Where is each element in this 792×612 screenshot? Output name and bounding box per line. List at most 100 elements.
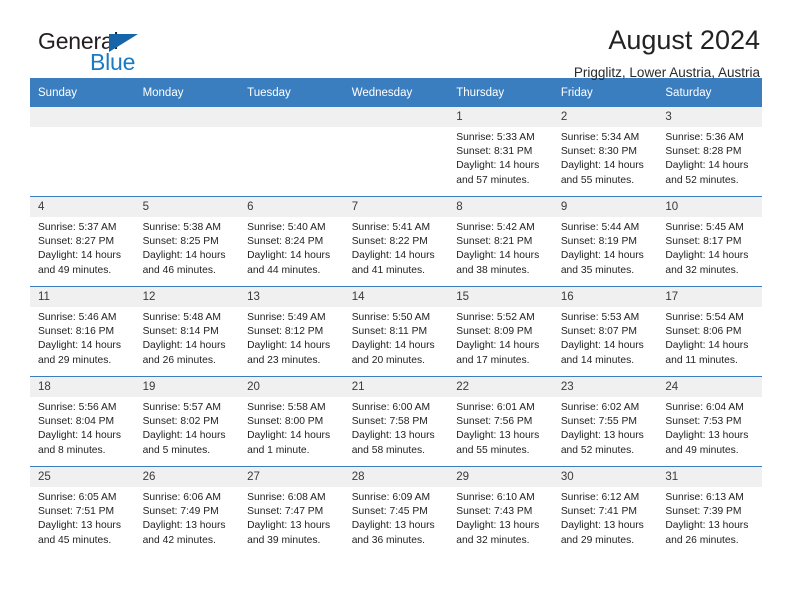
day-number: 25 [30,467,135,487]
daylight-text: Daylight: 14 hours and 14 minutes. [560,340,644,366]
calendar-week-row: 25 Sunrise: 6:05 AM Sunset: 7:51 PM Dayligh… [30,466,762,556]
calendar-day-cell[interactable]: 21 Sunrise: 6:00 AM Sunset: 7:58 PM Dayligh… [343,376,449,467]
day-sun-info: Sunrise: 5:53 AM Sunset: 8:07 PM Daylight:… [553,307,658,368]
day-sun-info: Sunrise: 6:06 AM Sunset: 7:49 PM Daylight:… [135,487,240,548]
daylight-text: Daylight: 14 hours and 8 minutes. [38,430,121,456]
day-sun-info: Sunrise: 5:36 AM Sunset: 8:28 PM Daylight:… [657,127,762,188]
day-sun-info: Sunrise: 6:10 AM Sunset: 7:43 PM Daylight:… [448,487,553,548]
calendar-body: 1 Sunrise: 5:33 AM Sunset: 8:31 PM Daylight… [30,107,762,556]
calendar-day-cell[interactable]: 29 Sunrise: 6:10 AM Sunset: 7:43 PM Dayligh… [448,466,553,556]
sunrise-text: Sunrise: 6:02 AM [560,402,640,413]
calendar-day-cell[interactable]: 5 Sunrise: 5:38 AM Sunset: 8:25 PM Daylight… [134,196,240,287]
calendar-day-cell[interactable]: 17 Sunrise: 5:54 AM Sunset: 8:06 PM Dayligh… [657,286,762,377]
calendar-day-cell[interactable]: 24 Sunrise: 6:04 AM Sunset: 7:53 PM Dayligh… [657,376,762,467]
day-number: 20 [239,377,344,397]
calendar-day-cell[interactable]: 4 Sunrise: 5:37 AM Sunset: 8:27 PM Daylight… [30,196,135,287]
sunrise-text: Sunrise: 6:13 AM [665,492,744,503]
calendar-day-cell[interactable]: 9 Sunrise: 5:44 AM Sunset: 8:19 PM Daylight… [552,196,658,287]
day-number: 4 [30,197,135,217]
calendar-day-cell[interactable]: 23 Sunrise: 6:02 AM Sunset: 7:55 PM Dayligh… [552,376,658,467]
daylight-text: Daylight: 13 hours and 32 minutes. [456,520,540,546]
day-number: 26 [134,467,240,487]
day-sun-info: Sunrise: 6:02 AM Sunset: 7:55 PM Daylight:… [553,397,658,458]
calendar-day-cell[interactable]: 8 Sunrise: 5:42 AM Sunset: 8:21 PM Daylight… [448,196,553,287]
day-number: 24 [657,377,762,397]
daylight-text: Daylight: 13 hours and 55 minutes. [456,430,540,456]
sunrise-text: Sunrise: 6:05 AM [38,492,117,503]
calendar-week-row: 1 Sunrise: 5:33 AM Sunset: 8:31 PM Daylight… [30,107,762,197]
calendar-day-cell[interactable]: 18 Sunrise: 5:56 AM Sunset: 8:04 PM Dayligh… [30,376,135,467]
calendar-day-cell[interactable]: 19 Sunrise: 5:57 AM Sunset: 8:02 PM Dayligh… [134,376,240,467]
calendar-day-cell[interactable]: 10 Sunrise: 5:45 AM Sunset: 8:17 PM Dayligh… [657,196,762,287]
day-number: 12 [134,287,240,307]
daylight-text: Daylight: 14 hours and 32 minutes. [665,250,749,276]
daylight-text: Daylight: 14 hours and 20 minutes. [351,340,435,366]
day-sun-info: Sunrise: 6:08 AM Sunset: 7:47 PM Daylight:… [239,487,344,548]
sunset-text: Sunset: 8:30 PM [560,146,637,158]
daylight-text: Daylight: 13 hours and 29 minutes. [560,520,644,546]
day-sun-info: Sunrise: 5:38 AM Sunset: 8:25 PM Daylight:… [135,217,240,278]
sunset-text: Sunset: 8:00 PM [247,416,324,428]
calendar-day-cell[interactable]: 3 Sunrise: 5:36 AM Sunset: 8:28 PM Daylight… [657,107,762,197]
calendar-day-cell[interactable]: 13 Sunrise: 5:49 AM Sunset: 8:12 PM Dayligh… [239,286,344,377]
calendar-day-cell[interactable]: 22 Sunrise: 6:01 AM Sunset: 7:56 PM Dayligh… [448,376,553,467]
calendar-cell-empty [343,107,449,197]
sunrise-text: Sunrise: 5:49 AM [247,312,326,323]
sunrise-text: Sunrise: 6:10 AM [456,492,535,503]
calendar-day-cell[interactable]: 11 Sunrise: 5:46 AM Sunset: 8:16 PM Dayligh… [30,286,135,377]
day-sun-info: Sunrise: 5:40 AM Sunset: 8:24 PM Daylight:… [239,217,344,278]
sunrise-text: Sunrise: 5:42 AM [456,222,535,233]
calendar-day-cell[interactable]: 31 Sunrise: 6:13 AM Sunset: 7:39 PM Dayligh… [657,466,762,556]
daylight-text: Daylight: 14 hours and 35 minutes. [560,250,644,276]
sunset-text: Sunset: 8:27 PM [38,236,115,248]
calendar-day-cell[interactable]: 28 Sunrise: 6:09 AM Sunset: 7:45 PM Dayligh… [343,466,449,556]
day-sun-info: Sunrise: 5:45 AM Sunset: 8:17 PM Daylight:… [657,217,762,278]
calendar-day-cell[interactable]: 7 Sunrise: 5:41 AM Sunset: 8:22 PM Daylight… [343,196,449,287]
day-sun-info: Sunrise: 6:13 AM Sunset: 7:39 PM Daylight:… [657,487,762,548]
title-block: August 2024 Prigglitz, Lower Austria, Au… [574,25,762,79]
calendar-day-cell[interactable]: 30 Sunrise: 6:12 AM Sunset: 7:41 PM Dayligh… [552,466,658,556]
day-sun-info: Sunrise: 5:42 AM Sunset: 8:21 PM Daylight:… [448,217,553,278]
sunrise-text: Sunrise: 6:08 AM [247,492,326,503]
day-number: 16 [552,287,658,307]
sunrise-text: Sunrise: 5:34 AM [560,132,640,143]
day-sun-info: Sunrise: 6:04 AM Sunset: 7:53 PM Daylight:… [657,397,762,458]
calendar-day-cell[interactable]: 6 Sunrise: 5:40 AM Sunset: 8:24 PM Daylight… [239,196,344,287]
sunrise-text: Sunrise: 6:04 AM [665,402,744,413]
daylight-text: Daylight: 13 hours and 26 minutes. [665,520,749,546]
sunset-text: Sunset: 8:28 PM [665,146,742,158]
sunrise-text: Sunrise: 6:09 AM [351,492,431,503]
calendar-day-cell[interactable]: 14 Sunrise: 5:50 AM Sunset: 8:11 PM Dayligh… [343,286,449,377]
day-number: 7 [343,197,449,217]
day-number: 6 [239,197,344,217]
day-number: 5 [134,197,240,217]
sunset-text: Sunset: 7:43 PM [456,506,533,518]
day-sun-info: Sunrise: 6:12 AM Sunset: 7:41 PM Daylight:… [553,487,658,548]
weekday-header-monday: Monday [134,78,240,107]
calendar-day-cell[interactable]: 2 Sunrise: 5:34 AM Sunset: 8:30 PM Daylight… [552,107,658,197]
sunrise-text: Sunrise: 5:58 AM [247,402,326,413]
daylight-text: Daylight: 14 hours and 44 minutes. [247,250,331,276]
calendar-day-cell[interactable]: 1 Sunrise: 5:33 AM Sunset: 8:31 PM Daylight… [448,107,553,197]
page-title: August 2024 [608,25,760,55]
day-number: 13 [239,287,344,307]
general-blue-logo[interactable]: General Blue [30,26,160,78]
calendar-day-cell[interactable]: 15 Sunrise: 5:52 AM Sunset: 8:09 PM Dayligh… [448,286,553,377]
day-number [343,107,449,127]
calendar-day-cell[interactable]: 20 Sunrise: 5:58 AM Sunset: 8:00 PM Dayligh… [239,376,344,467]
calendar-day-cell[interactable]: 12 Sunrise: 5:48 AM Sunset: 8:14 PM Dayligh… [134,286,240,377]
sunset-text: Sunset: 7:58 PM [351,416,428,428]
day-number: 8 [448,197,553,217]
sunrise-text: Sunrise: 5:56 AM [38,402,117,413]
daylight-text: Daylight: 14 hours and 38 minutes. [456,250,540,276]
weekday-header-friday: Friday [552,78,658,107]
day-number [30,107,135,127]
calendar-day-cell[interactable]: 26 Sunrise: 6:06 AM Sunset: 7:49 PM Dayligh… [134,466,240,556]
sunrise-text: Sunrise: 5:41 AM [351,222,431,233]
calendar-day-cell[interactable]: 16 Sunrise: 5:53 AM Sunset: 8:07 PM Dayligh… [552,286,658,377]
sunset-text: Sunset: 8:11 PM [351,326,428,338]
calendar-day-cell[interactable]: 25 Sunrise: 6:05 AM Sunset: 7:51 PM Dayligh… [30,466,135,556]
day-sun-info: Sunrise: 5:37 AM Sunset: 8:27 PM Daylight:… [30,217,135,278]
sunset-text: Sunset: 7:39 PM [665,506,742,518]
calendar-day-cell[interactable]: 27 Sunrise: 6:08 AM Sunset: 7:47 PM Dayligh… [239,466,344,556]
